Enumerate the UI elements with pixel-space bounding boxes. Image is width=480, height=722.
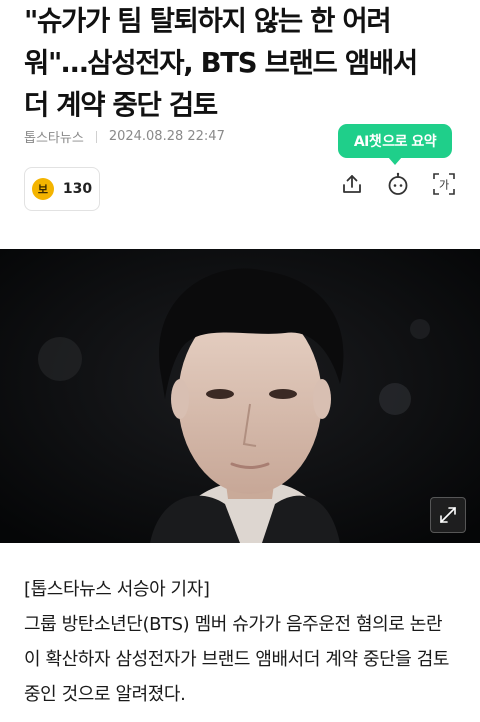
article-meta: 톱스타뉴스 2024.08.28 22:47 — [24, 127, 225, 146]
ai-chat-label: AI챗 — [353, 134, 382, 150]
reaction-count: 130 — [62, 181, 93, 197]
reaction-badge-text: 보 — [37, 183, 48, 196]
font-size-icon[interactable]: 가 — [432, 172, 456, 196]
photo-illustration — [0, 249, 480, 543]
font-size-glyph: 가 — [439, 179, 449, 192]
article-paragraph: 그룹 방탄소년단(BTS) 멤버 슈가가 음주운전 혐의로 논란이 확산하자 삼… — [24, 614, 450, 705]
article-title: "슈가가 팀 탈퇴하지 않는 한 어려 워"…삼성전자, BTS 브랜드 앰배서… — [24, 5, 418, 121]
source-name[interactable]: 톱스타뉴스 — [24, 127, 84, 146]
article-byline: [톱스타뉴스 서승아 기자] — [24, 579, 210, 600]
ai-summary-label: 으로 요약 — [382, 134, 437, 150]
article-body: [톱스타뉴스 서승아 기자] 그룹 방탄소년단(BTS) 멤버 슈가가 음주운전… — [24, 572, 458, 712]
chatbot-icon[interactable] — [386, 172, 410, 196]
expand-image-button[interactable] — [430, 497, 466, 533]
reaction-button[interactable]: 보 130 — [24, 167, 100, 211]
publish-time: 2024.08.28 22:47 — [108, 129, 225, 144]
expand-icon — [440, 507, 456, 523]
share-icon[interactable] — [340, 172, 364, 196]
article-toolbar: 가 — [340, 172, 456, 196]
reaction-badge-icon: 보 — [31, 178, 54, 200]
meta-divider — [95, 130, 97, 143]
ai-summary-button[interactable]: AI챗 으로 요약 — [338, 124, 452, 165]
article-photo[interactable] — [0, 249, 480, 543]
